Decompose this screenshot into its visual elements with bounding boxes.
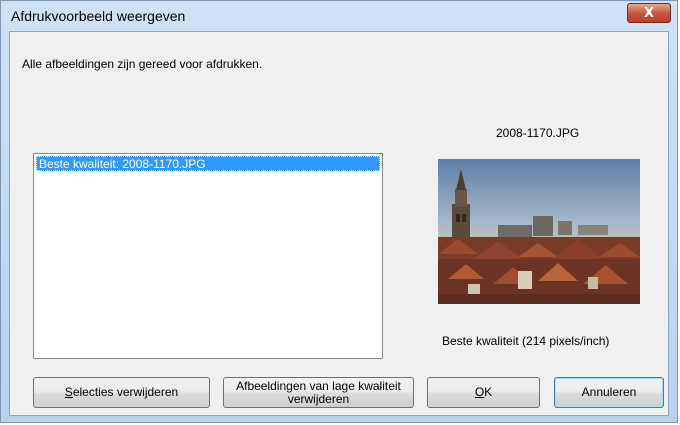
remove-low-quality-button[interactable]: Afbeeldingen van lage kwaliteit verwijde… [223,377,414,408]
dialog-body: Alle afbeeldingen zijn gereed voor afdru… [9,31,669,416]
window-title: Afdrukvoorbeeld weergeven [11,8,186,24]
image-listbox[interactable]: Beste kwaliteit: 2008-1170.JPG [33,153,383,359]
ok-label: OK [474,385,493,399]
remove-selections-label: Selecties verwijderen [64,385,179,399]
preview-filename: 2008-1170.JPG [496,126,580,140]
cancel-button[interactable]: Annuleren [554,377,664,408]
preview-image [438,159,640,304]
remove-selections-button[interactable]: Selecties verwijderen [33,377,210,408]
close-button[interactable]: X [627,3,671,23]
dialog-window: Afdrukvoorbeeld weergeven X Alle afbeeld… [0,0,678,423]
remove-low-quality-label: Afbeeldingen van lage kwaliteit verwijde… [236,378,401,406]
list-item[interactable]: Beste kwaliteit: 2008-1170.JPG [36,156,380,171]
status-message: Alle afbeeldingen zijn gereed voor afdru… [22,57,263,71]
cancel-label: Annuleren [581,385,637,399]
title-bar[interactable]: Afdrukvoorbeeld weergeven X [1,1,677,31]
ok-button[interactable]: OK [427,377,540,408]
preview-quality: Beste kwaliteit (214 pixels/inch) [442,334,610,348]
close-icon: X [643,5,655,21]
